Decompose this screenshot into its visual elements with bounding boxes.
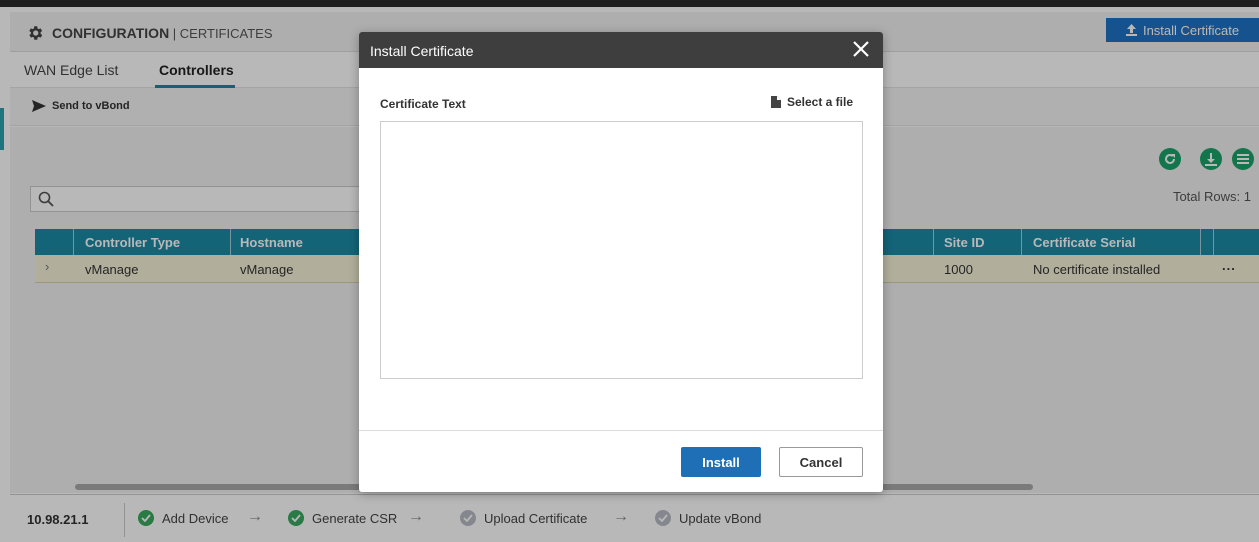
certificate-text-label: Certificate Text — [380, 97, 466, 111]
cancel-button[interactable]: Cancel — [779, 447, 863, 477]
select-file-label: Select a file — [786, 95, 853, 109]
select-file-button[interactable]: Select a file — [770, 95, 853, 109]
install-button[interactable]: Install — [681, 447, 761, 477]
dialog-footer: Install Cancel — [359, 430, 883, 492]
close-icon[interactable] — [851, 39, 871, 59]
install-certificate-dialog: Install Certificate Certificate Text Sel… — [359, 32, 883, 492]
dialog-title: Install Certificate — [370, 43, 474, 59]
dialog-header: Install Certificate — [359, 32, 883, 68]
file-icon — [770, 96, 781, 108]
certificate-text-field[interactable] — [380, 121, 863, 379]
